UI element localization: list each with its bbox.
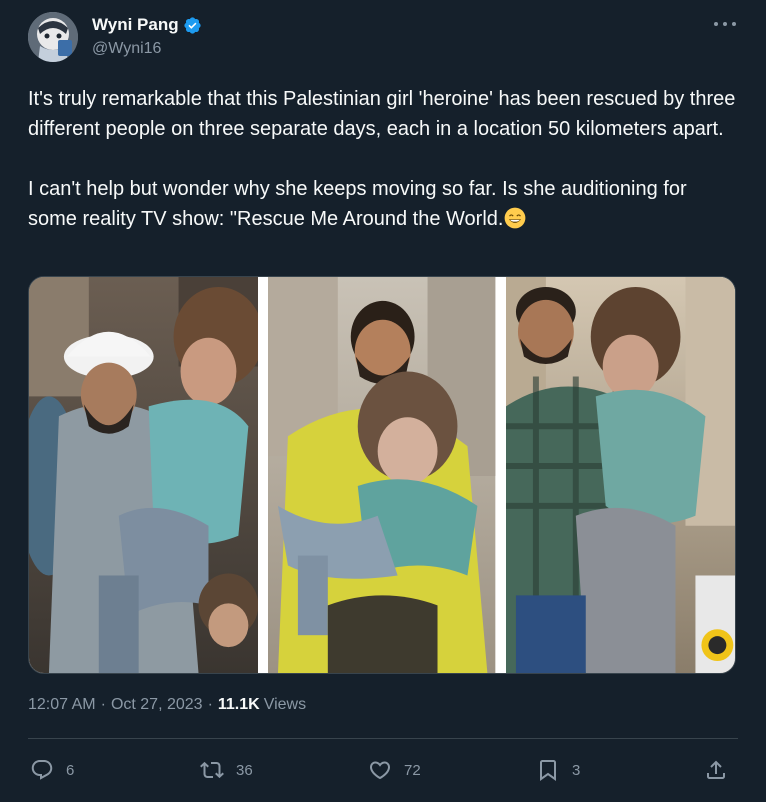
bookmark-count: 3 [572, 761, 581, 779]
author-display-name[interactable]: Wyni Pang [92, 15, 179, 35]
tweet-card: Wyni Pang @Wyni16 It's truly remarkable … [0, 0, 766, 802]
like-button[interactable]: 72 [368, 752, 421, 788]
media-panel-1 [29, 277, 259, 673]
tweet-paragraph-1: It's truly remarkable that this Palestin… [28, 88, 736, 140]
views-label: Views [263, 696, 307, 713]
tweet-media-image[interactable] [28, 276, 736, 674]
tweet-paragraph-2: I can't help but wonder why she keeps mo… [28, 174, 740, 234]
tweet-meta: 12:07 AM · Oct 27, 2023 · 11.1K Views [28, 696, 306, 714]
heart-icon [369, 761, 391, 780]
grinning-face-emoji-icon [505, 207, 526, 229]
rescue-photo-1 [29, 277, 259, 673]
avatar-image [28, 12, 78, 62]
bookmark-button[interactable]: 3 [536, 752, 580, 788]
author-name-row: Wyni Pang [92, 14, 202, 36]
author-handle[interactable]: @Wyni16 [92, 40, 161, 58]
reply-button[interactable]: 6 [30, 752, 74, 788]
like-count: 72 [404, 761, 421, 779]
reply-icon [31, 760, 53, 780]
views-count: 11.1K [217, 696, 260, 713]
reply-count: 6 [66, 761, 75, 779]
divider [28, 738, 738, 739]
bookmark-icon [540, 760, 556, 781]
more-options-button[interactable] [714, 14, 736, 34]
meta-separator: · [207, 696, 213, 713]
rescue-photo-2 [268, 277, 496, 673]
more-dot-icon [723, 22, 727, 26]
avatar[interactable] [28, 12, 78, 62]
media-panel-3 [505, 277, 735, 673]
tweet-text: It's truly remarkable that this Palestin… [28, 84, 740, 234]
repost-icon [200, 761, 224, 779]
more-dot-icon [714, 22, 718, 26]
more-dot-icon [732, 22, 736, 26]
tweet-date[interactable]: Oct 27, 2023 [111, 696, 203, 714]
share-icon [707, 760, 725, 779]
tweet-actions: 6 36 72 3 [30, 752, 740, 788]
tweet-time[interactable]: 12:07 AM [28, 696, 96, 714]
share-button[interactable] [704, 752, 728, 788]
media-panel-2 [268, 277, 496, 673]
repost-button[interactable]: 36 [200, 752, 253, 788]
rescue-photo-3 [505, 277, 735, 673]
repost-count: 36 [236, 761, 253, 779]
verified-badge-icon [183, 16, 201, 34]
tweet-paragraph-2-text: I can't help but wonder why she keeps mo… [28, 178, 687, 230]
meta-separator: · [100, 696, 106, 713]
